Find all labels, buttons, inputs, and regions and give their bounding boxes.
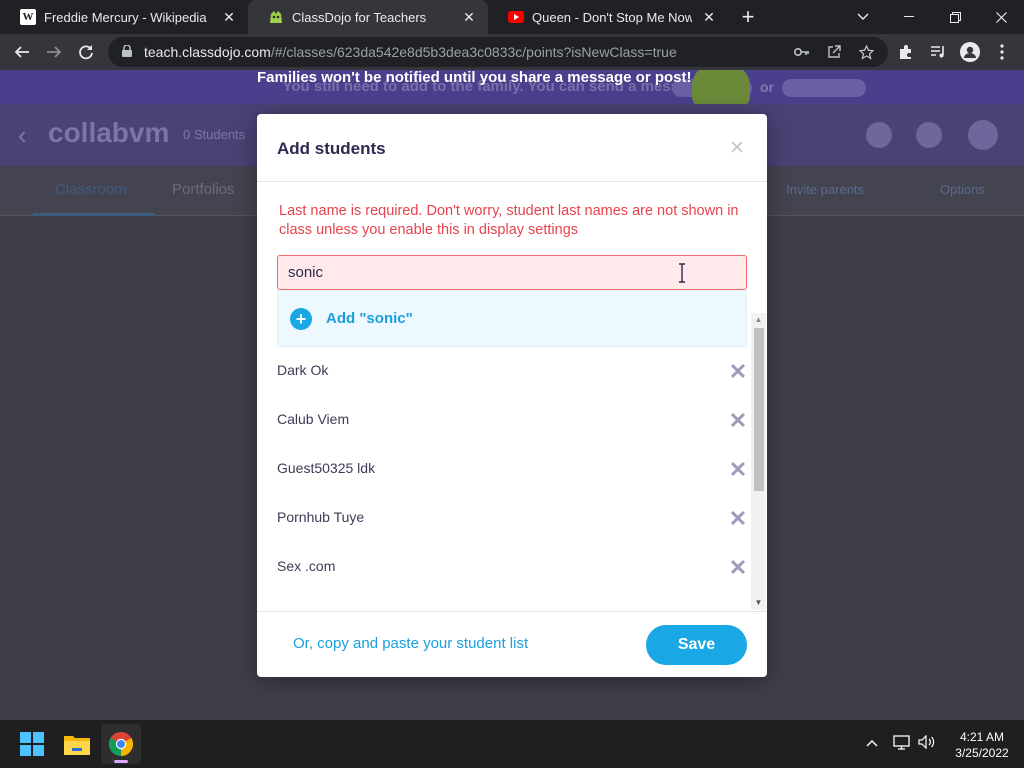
student-list-scrollbar[interactable]: ▲ ▼ [751,313,766,610]
tab-close-icon[interactable]: ✕ [220,8,238,26]
new-tab-button[interactable]: + [736,4,760,29]
file-explorer-icon[interactable] [57,724,97,764]
youtube-favicon-icon [508,9,524,25]
chrome-taskbar-icon[interactable] [101,724,141,764]
student-name: Pornhub Tuye [277,509,365,525]
add-student-suggestion[interactable]: + Add "sonic" [277,290,747,347]
extensions-puzzle-icon[interactable] [892,38,920,66]
list-item: Calub Viem ✕ [277,396,747,445]
windows-taskbar: 4:21 AM 3/25/2022 [0,720,1024,768]
student-list: Dark Ok ✕ Calub Viem ✕ Guest50325 ldk ✕ … [257,347,767,611]
remove-student-icon[interactable]: ✕ [725,359,751,385]
modal-header: Add students × [257,114,767,182]
tab-title: ClassDojo for Teachers [292,9,427,25]
media-control-icon[interactable] [924,38,952,66]
scroll-up-arrow-icon[interactable]: ▲ [751,313,766,327]
lock-icon [122,43,136,60]
remove-student-icon[interactable]: ✕ [725,506,751,532]
plus-circle-icon: + [290,307,312,330]
list-item: Guest50325 ldk ✕ [277,445,747,494]
windows-start-icon[interactable] [12,724,52,764]
key-icon[interactable] [790,40,814,64]
url-host: teach.classdojo.com [144,44,271,60]
classdojo-favicon-icon [268,9,284,25]
network-icon[interactable] [893,735,910,753]
tab-strip: W Freddie Mercury - Wikipedia ✕ ClassDoj… [0,0,1024,34]
tab-close-icon[interactable]: ✕ [700,8,718,26]
chevron-up-icon[interactable] [866,734,878,750]
back-chevron-icon: ‹ [18,120,27,150]
add-suggestion-label: Add "sonic" [326,310,413,327]
text-cursor-icon [679,263,685,283]
forward-arrow-icon[interactable] [40,38,68,66]
list-item: Pornhub Tuye ✕ [277,494,747,543]
browser-toolbar: teach.classdojo.com/#/classes/623da542e8… [0,34,1024,70]
student-name: Dark Ok [277,362,329,378]
student-name: Guest50325 ldk [277,460,376,476]
student-name: Calub Viem [277,411,350,427]
modal-footer: Or, copy and paste your student list Sav… [257,611,767,677]
url-text: teach.classdojo.com/#/classes/623da542e8… [144,44,677,60]
more-menu-icon[interactable] [988,38,1016,66]
wikipedia-favicon-icon: W [20,9,36,25]
share-icon[interactable] [822,40,846,64]
families-notice: Families won't be notified until you sha… [257,70,692,86]
avatar [968,120,998,150]
tab-title: Queen - Don't Stop Me Now (Offi [532,9,692,25]
list-item: Sex .com ✕ [277,543,747,592]
tab-youtube[interactable]: Queen - Don't Stop Me Now (Offi ✕ [488,0,728,34]
tab-classdojo[interactable]: ClassDojo for Teachers ✕ [248,0,488,34]
banner-or: or [760,79,774,95]
clock-date: 3/25/2022 [955,746,1009,760]
scrollbar-thumb[interactable] [754,328,764,491]
url-path: /#/classes/623da542e8d5b3dea3c0833c/poin… [270,44,677,60]
close-window-button[interactable] [978,0,1024,34]
banner-button [782,79,866,97]
tab-portfolios: Portfolios [172,181,235,198]
remove-student-icon[interactable]: ✕ [725,555,751,581]
close-icon[interactable]: × [723,134,751,162]
remove-student-icon[interactable]: ✕ [725,408,751,434]
tab-wikipedia[interactable]: W Freddie Mercury - Wikipedia ✕ [0,0,248,34]
volume-icon[interactable] [918,734,936,752]
class-title: collabvm [48,117,170,148]
profile-avatar-icon[interactable] [956,38,984,66]
back-arrow-icon[interactable] [8,38,36,66]
invite-parents-link: Invite parents [786,182,865,197]
tab-classroom: Classroom [55,181,127,198]
active-tab-underline [33,213,155,216]
address-bar[interactable]: teach.classdojo.com/#/classes/623da542e8… [108,37,888,67]
list-item: Dark Ok ✕ [277,347,747,396]
student-count: 0 Students [183,127,246,142]
copy-paste-list-link[interactable]: Or, copy and paste your student list [293,635,528,652]
student-name: Sex .com [277,558,336,574]
options-link: Options [940,182,985,197]
active-app-indicator [114,760,128,763]
tab-title: Freddie Mercury - Wikipedia [44,9,207,25]
clock-time: 4:21 AM [959,730,1005,744]
modal-title: Add students [277,139,386,158]
restore-button[interactable] [932,0,978,34]
tab-close-icon[interactable]: ✕ [460,8,478,26]
bell-icon [866,122,892,148]
remove-student-icon[interactable]: ✕ [725,457,751,483]
tab-search-icon[interactable] [840,0,886,34]
reload-icon[interactable] [72,38,100,66]
last-name-error: Last name is required. Don't worry, stud… [279,203,739,238]
scroll-down-arrow-icon[interactable]: ▼ [751,596,766,610]
system-clock[interactable]: 4:21 AM 3/25/2022 [944,729,1020,761]
save-button[interactable]: Save [646,625,747,665]
minimize-button[interactable] [886,0,932,34]
help-icon [916,122,942,148]
bookmark-star-icon[interactable] [854,40,878,64]
add-students-modal: Add students × Last name is required. Do… [257,114,767,677]
